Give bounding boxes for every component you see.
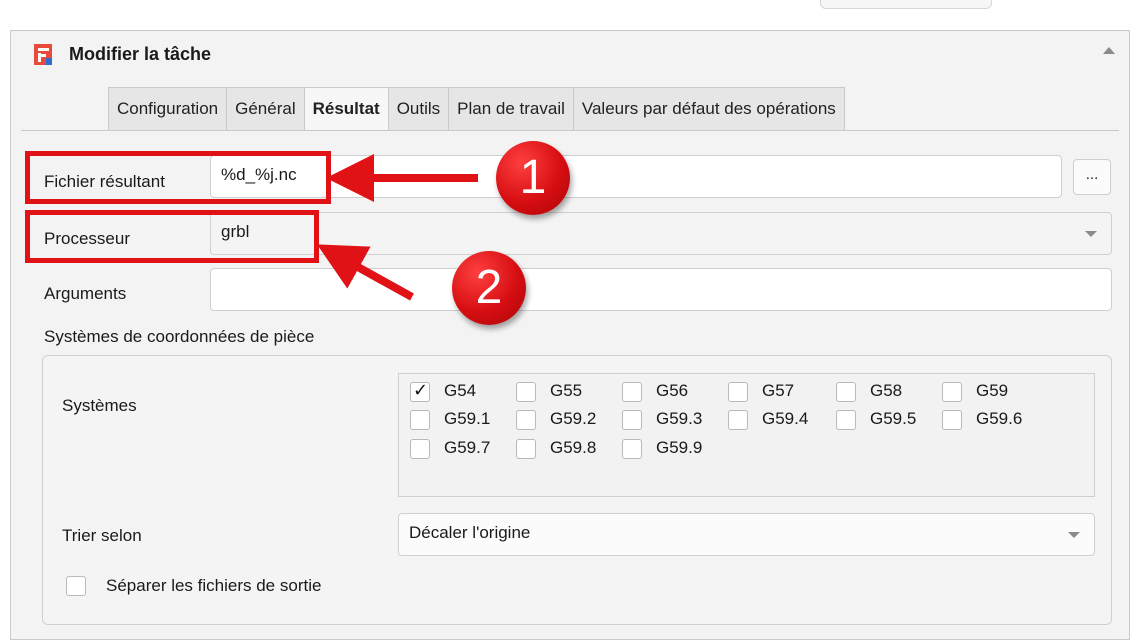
annotation-badge-2: 2 bbox=[452, 251, 526, 325]
arrow-to-processor bbox=[317, 244, 414, 301]
annotation-arrows bbox=[317, 154, 478, 301]
annotation-badge-1: 1 bbox=[496, 141, 570, 215]
